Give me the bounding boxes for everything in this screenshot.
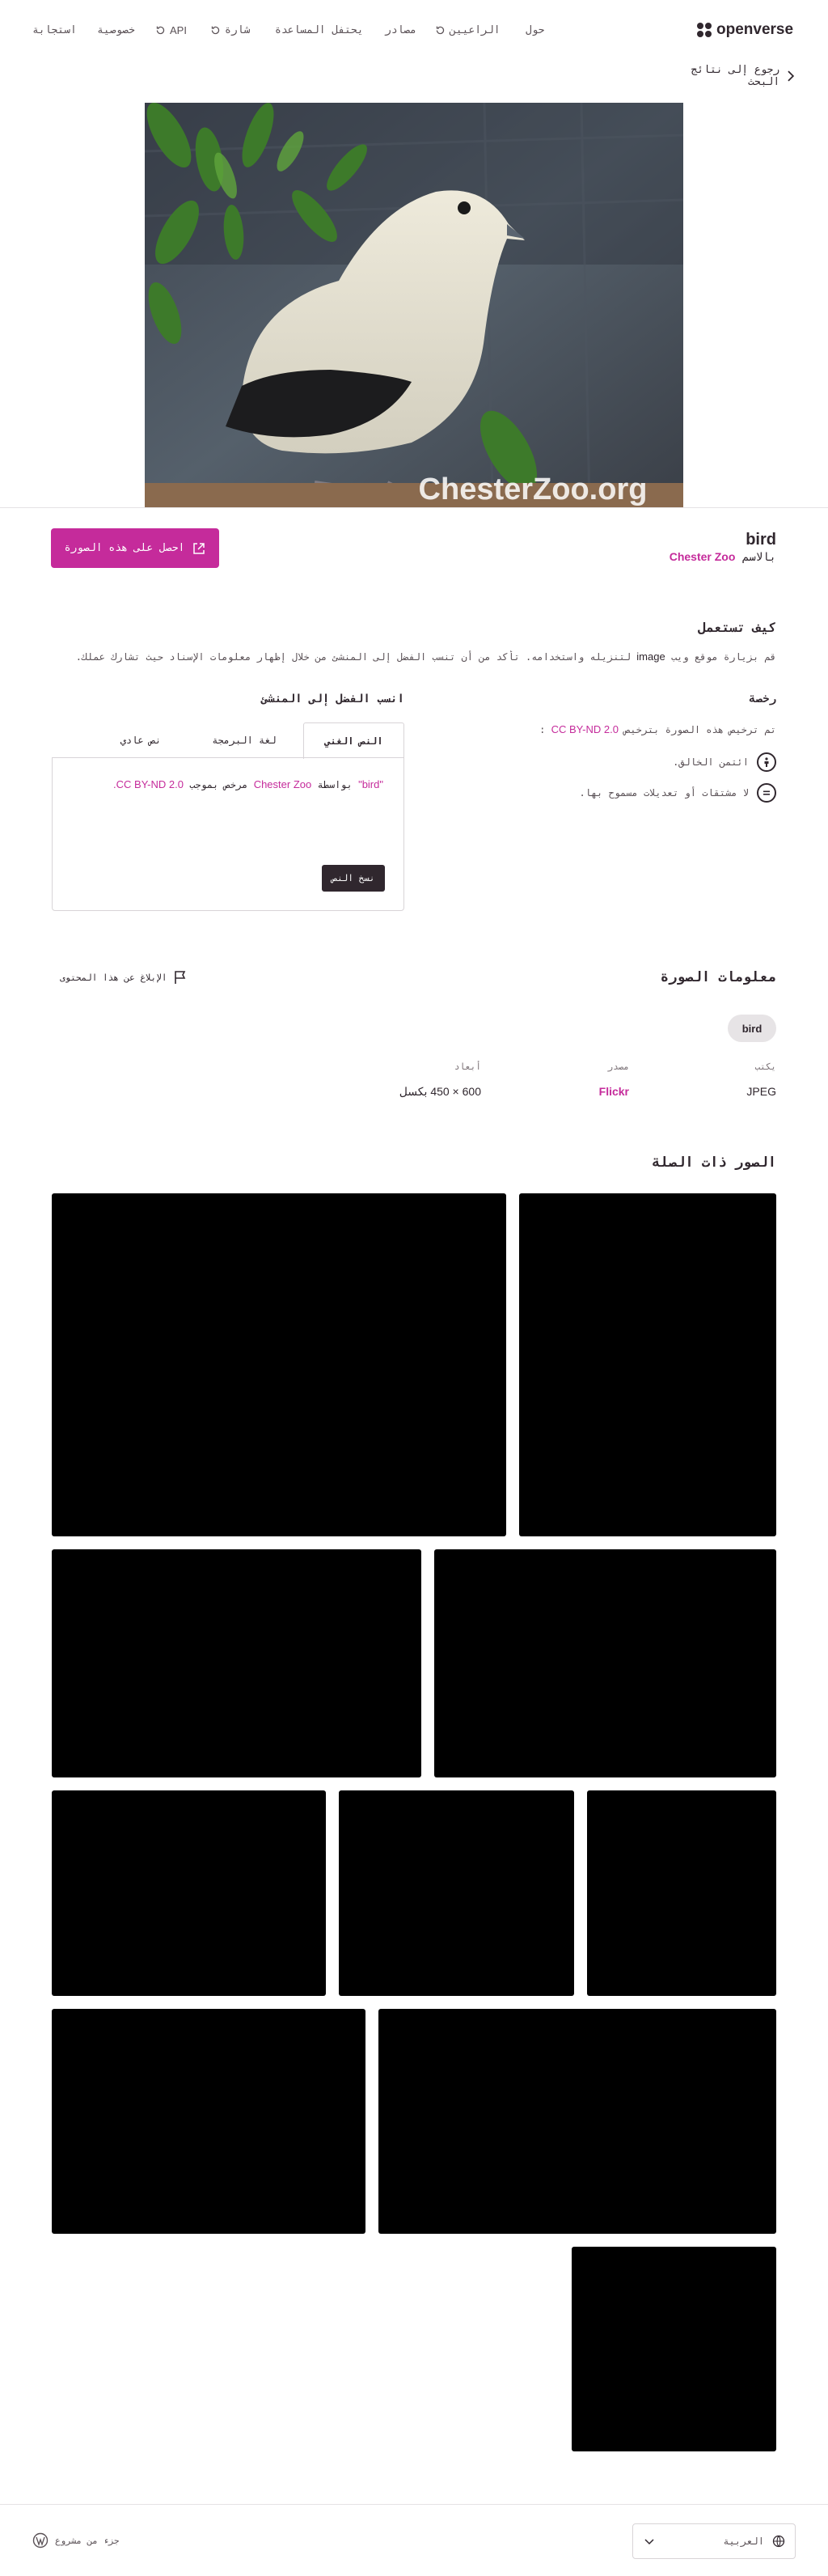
attribution-heading: انسب الفضل إلى المنشئ [260, 693, 404, 705]
attribution-icon [757, 752, 776, 772]
license-heading: رخصة [749, 693, 776, 705]
attribution-text: "bird" بواسطة Chester Zoo مرخص بموجب CC … [113, 778, 383, 790]
flag-icon [175, 971, 186, 984]
tag-bird[interactable]: bird [728, 1015, 776, 1042]
attribution-tabs: النص الغني لغة البرمجة نص عادي [52, 722, 404, 759]
related-image[interactable] [52, 2009, 365, 2234]
external-link-icon [193, 542, 205, 554]
refresh-icon [211, 26, 220, 35]
how-to-use-text: قم بزيارة موقع ويب image لتنزيله واستخدا… [75, 650, 776, 663]
license-item-attribution: ائتمن الخالق. [534, 752, 776, 772]
meta-value-dimensions: 600 × 450 بكسل [399, 1085, 481, 1098]
related-image[interactable] [378, 2009, 776, 2234]
attribution-title-link[interactable]: "bird" [358, 778, 383, 790]
openverse-logo[interactable]: openverse [697, 21, 793, 39]
wordpress-icon [32, 2532, 49, 2548]
license-line: تم ترخيص هذه الصورة بترخيص CC BY-ND 2.0 … [539, 723, 776, 735]
attribution-creator-link[interactable]: Chester Zoo [254, 778, 312, 790]
license-link[interactable]: CC BY-ND 2.0 [551, 723, 619, 735]
nav-item-privacy[interactable]: خصوصية [97, 24, 135, 36]
nav-item-badge[interactable]: شارة [210, 24, 250, 36]
meta-label-dimensions: أبعاد [454, 1061, 481, 1072]
nav-item-help[interactable]: يحتفل المساعدة [275, 24, 364, 36]
tab-html[interactable]: لغة البرمجة [196, 722, 293, 758]
get-image-button[interactable]: احصل على هذه الصورة [51, 528, 219, 568]
site-header: openverse حول الراعيين مصادر يحتفل المسا… [0, 0, 828, 65]
chevron-right-icon [788, 70, 795, 82]
image-info-heading: معلومات الصورة [660, 969, 776, 985]
nav-item-feedback[interactable]: استجابة [32, 24, 77, 36]
related-images-heading: الصور ذات الصلة [652, 1155, 776, 1171]
related-image[interactable] [519, 1193, 776, 1536]
back-to-results-link[interactable]: رجوع إلى نتائج البحث [655, 64, 796, 88]
related-image[interactable] [52, 1790, 326, 1996]
nav-item-sources[interactable]: مصادر [385, 24, 416, 36]
copy-text-button[interactable]: نسخ النص [322, 865, 385, 892]
chevron-down-icon [644, 2539, 654, 2545]
meta-label-type: يكتب [754, 1061, 777, 1072]
related-image[interactable] [52, 1549, 421, 1777]
how-to-use-heading: كيف تستعمل [698, 620, 776, 635]
nav-item-sponsors[interactable]: الراعيين [435, 24, 501, 36]
image-watermark: ChesterZoo.org [419, 472, 648, 506]
meta-value-source[interactable]: Flickr [566, 1085, 629, 1098]
attribution-license-link[interactable]: CC BY-ND 2.0. [113, 778, 184, 790]
logo-text: openverse [716, 21, 794, 38]
related-image[interactable] [572, 2247, 776, 2451]
meta-label-source: مصدر [607, 1061, 630, 1072]
creator-link[interactable]: Chester Zoo [670, 550, 736, 563]
refresh-icon [436, 26, 445, 35]
by-prefix: بالاسم [741, 551, 776, 564]
globe-icon [772, 2535, 785, 2548]
wordpress-link[interactable]: جزء من مشروع [32, 2532, 194, 2548]
footer-divider [0, 2504, 828, 2505]
image-title: bird [746, 531, 776, 549]
related-image[interactable] [587, 1790, 776, 1996]
logo-icon [697, 23, 712, 37]
report-content-button[interactable]: الإبلاغ عن هذا المحتوى [60, 970, 222, 985]
meta-value-type: JPEG [746, 1085, 776, 1098]
related-image[interactable] [339, 1790, 574, 1996]
related-image[interactable] [434, 1549, 776, 1777]
tab-rich-text[interactable]: النص الغني [303, 722, 404, 759]
nav-item-api[interactable]: API [155, 24, 187, 36]
language-select[interactable]: العربية [632, 2523, 796, 2559]
no-derivatives-icon [757, 783, 776, 803]
refresh-icon [156, 26, 165, 35]
tab-plain-text[interactable]: نص عادي [100, 722, 181, 758]
license-item-no-derivatives: لا مشتقات أو تعديلات مسموح بها. [534, 783, 776, 803]
related-image[interactable] [52, 1193, 506, 1536]
main-image[interactable]: ChesterZoo.org [145, 103, 683, 507]
bird-photo: ChesterZoo.org [145, 103, 683, 507]
image-creator-line: بالاسم Chester Zoo [566, 550, 776, 564]
divider [0, 507, 828, 508]
nav-item-about[interactable]: حول [526, 24, 544, 36]
